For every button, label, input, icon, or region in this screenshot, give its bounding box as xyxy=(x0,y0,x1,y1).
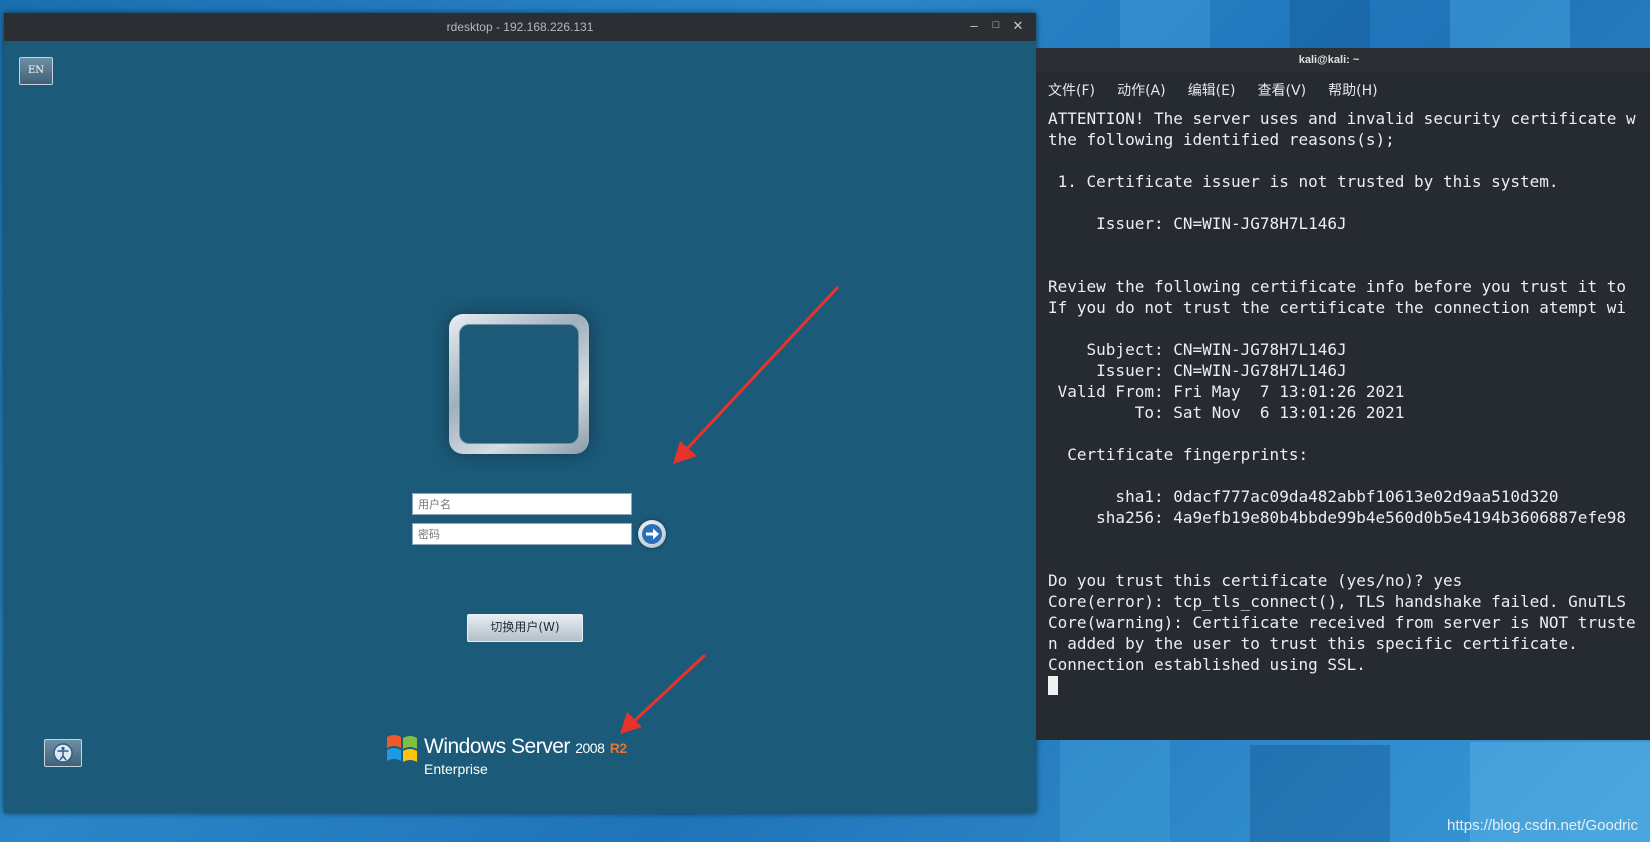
terminal-line: Core(error): tcp_tls_connect(), TLS hand… xyxy=(1048,592,1626,611)
terminal-line: Core(warning): Certificate received from… xyxy=(1048,613,1636,632)
terminal-cursor-line xyxy=(1048,675,1650,696)
terminal-line: Review the following certificate info be… xyxy=(1048,277,1626,296)
terminal-line: sha256: 4a9efb19e80b4bbde99b4e560d0b5e41… xyxy=(1048,508,1626,527)
terminal-cursor xyxy=(1048,676,1058,695)
terminal-line: Do you trust this certificate (yes/no)? … xyxy=(1048,571,1463,590)
ease-of-access-icon xyxy=(53,743,73,763)
watermark: https://blog.csdn.net/Goodric xyxy=(1447,817,1638,834)
terminal-window: kali@kali: ~ 文件(F) 动作(A) 编辑(E) 查看(V) 帮助(… xyxy=(1036,48,1650,740)
language-button[interactable]: EN xyxy=(19,57,53,85)
terminal-menubar: 文件(F) 动作(A) 编辑(E) 查看(V) 帮助(H) xyxy=(1048,80,1395,100)
menu-view[interactable]: 查看(V) xyxy=(1258,83,1307,99)
brand-name-line: Windows Server 2008 R2 xyxy=(424,735,627,759)
terminal-line: ATTENTION! The server uses and invalid s… xyxy=(1048,109,1636,128)
terminal-line: sha1: 0dacf777ac09da482abbf10613e02d9aa5… xyxy=(1048,487,1559,506)
switch-user-button[interactable]: 切换用户(W) xyxy=(467,614,583,642)
terminal-line: the following identified reasons(s); xyxy=(1048,130,1395,149)
terminal-line: Certificate fingerprints: xyxy=(1048,445,1309,464)
terminal-line: Subject: CN=WIN-JG78H7L146J xyxy=(1048,340,1347,359)
terminal-line: 1. Certificate issuer is not trusted by … xyxy=(1048,172,1559,191)
minimize-button[interactable]: – xyxy=(966,18,982,33)
username-input[interactable] xyxy=(412,493,632,515)
password-input[interactable] xyxy=(412,523,632,545)
menu-help[interactable]: 帮助(H) xyxy=(1328,83,1377,99)
menu-action[interactable]: 动作(A) xyxy=(1117,83,1166,99)
brand-edition: Enterprise xyxy=(424,761,488,777)
windows-login-screen: EN 切换用户(W) xyxy=(6,41,1034,813)
terminal-output[interactable]: ATTENTION! The server uses and invalid s… xyxy=(1048,108,1650,696)
windows-flag-icon xyxy=(387,735,417,762)
menu-edit[interactable]: 编辑(E) xyxy=(1188,83,1236,99)
rdesktop-window: rdesktop - 192.168.226.131 – □ ✕ EN 切换用户… xyxy=(4,13,1036,813)
terminal-line: To: Sat Nov 6 13:01:26 2021 xyxy=(1048,403,1405,422)
maximize-button[interactable]: □ xyxy=(988,19,1004,31)
bg-tile xyxy=(1250,745,1390,842)
brand-name: Windows Server xyxy=(424,735,570,758)
bg-tile xyxy=(1450,0,1570,48)
arrow-right-icon xyxy=(642,524,662,544)
terminal-line: n added by the user to trust this specif… xyxy=(1048,634,1578,653)
rdesktop-titlebar[interactable]: rdesktop - 192.168.226.131 – □ ✕ xyxy=(4,13,1036,41)
user-picture-frame xyxy=(449,314,589,454)
user-picture xyxy=(459,324,579,444)
bg-tile xyxy=(1290,0,1370,48)
ease-of-access-button[interactable] xyxy=(44,739,82,767)
terminal-title: kali@kali: ~ xyxy=(1298,54,1360,66)
terminal-line: Valid From: Fri May 7 13:01:26 2021 xyxy=(1048,382,1405,401)
bg-tile xyxy=(1060,740,1170,842)
terminal-titlebar[interactable]: kali@kali: ~ xyxy=(1036,48,1650,72)
window-title: rdesktop - 192.168.226.131 xyxy=(446,20,594,34)
login-submit-button[interactable] xyxy=(638,520,666,548)
terminal-line: Issuer: CN=WIN-JG78H7L146J xyxy=(1048,214,1347,233)
terminal-line: If you do not trust the certificate the … xyxy=(1048,298,1626,317)
brand-release: R2 xyxy=(609,740,627,756)
close-button[interactable]: ✕ xyxy=(1010,18,1026,34)
terminal-line: Issuer: CN=WIN-JG78H7L146J xyxy=(1048,361,1347,380)
bg-tile xyxy=(1120,0,1210,50)
menu-file[interactable]: 文件(F) xyxy=(1048,83,1095,99)
terminal-line: Connection established using SSL. xyxy=(1048,655,1366,674)
brand-version: 2008 xyxy=(575,740,605,756)
